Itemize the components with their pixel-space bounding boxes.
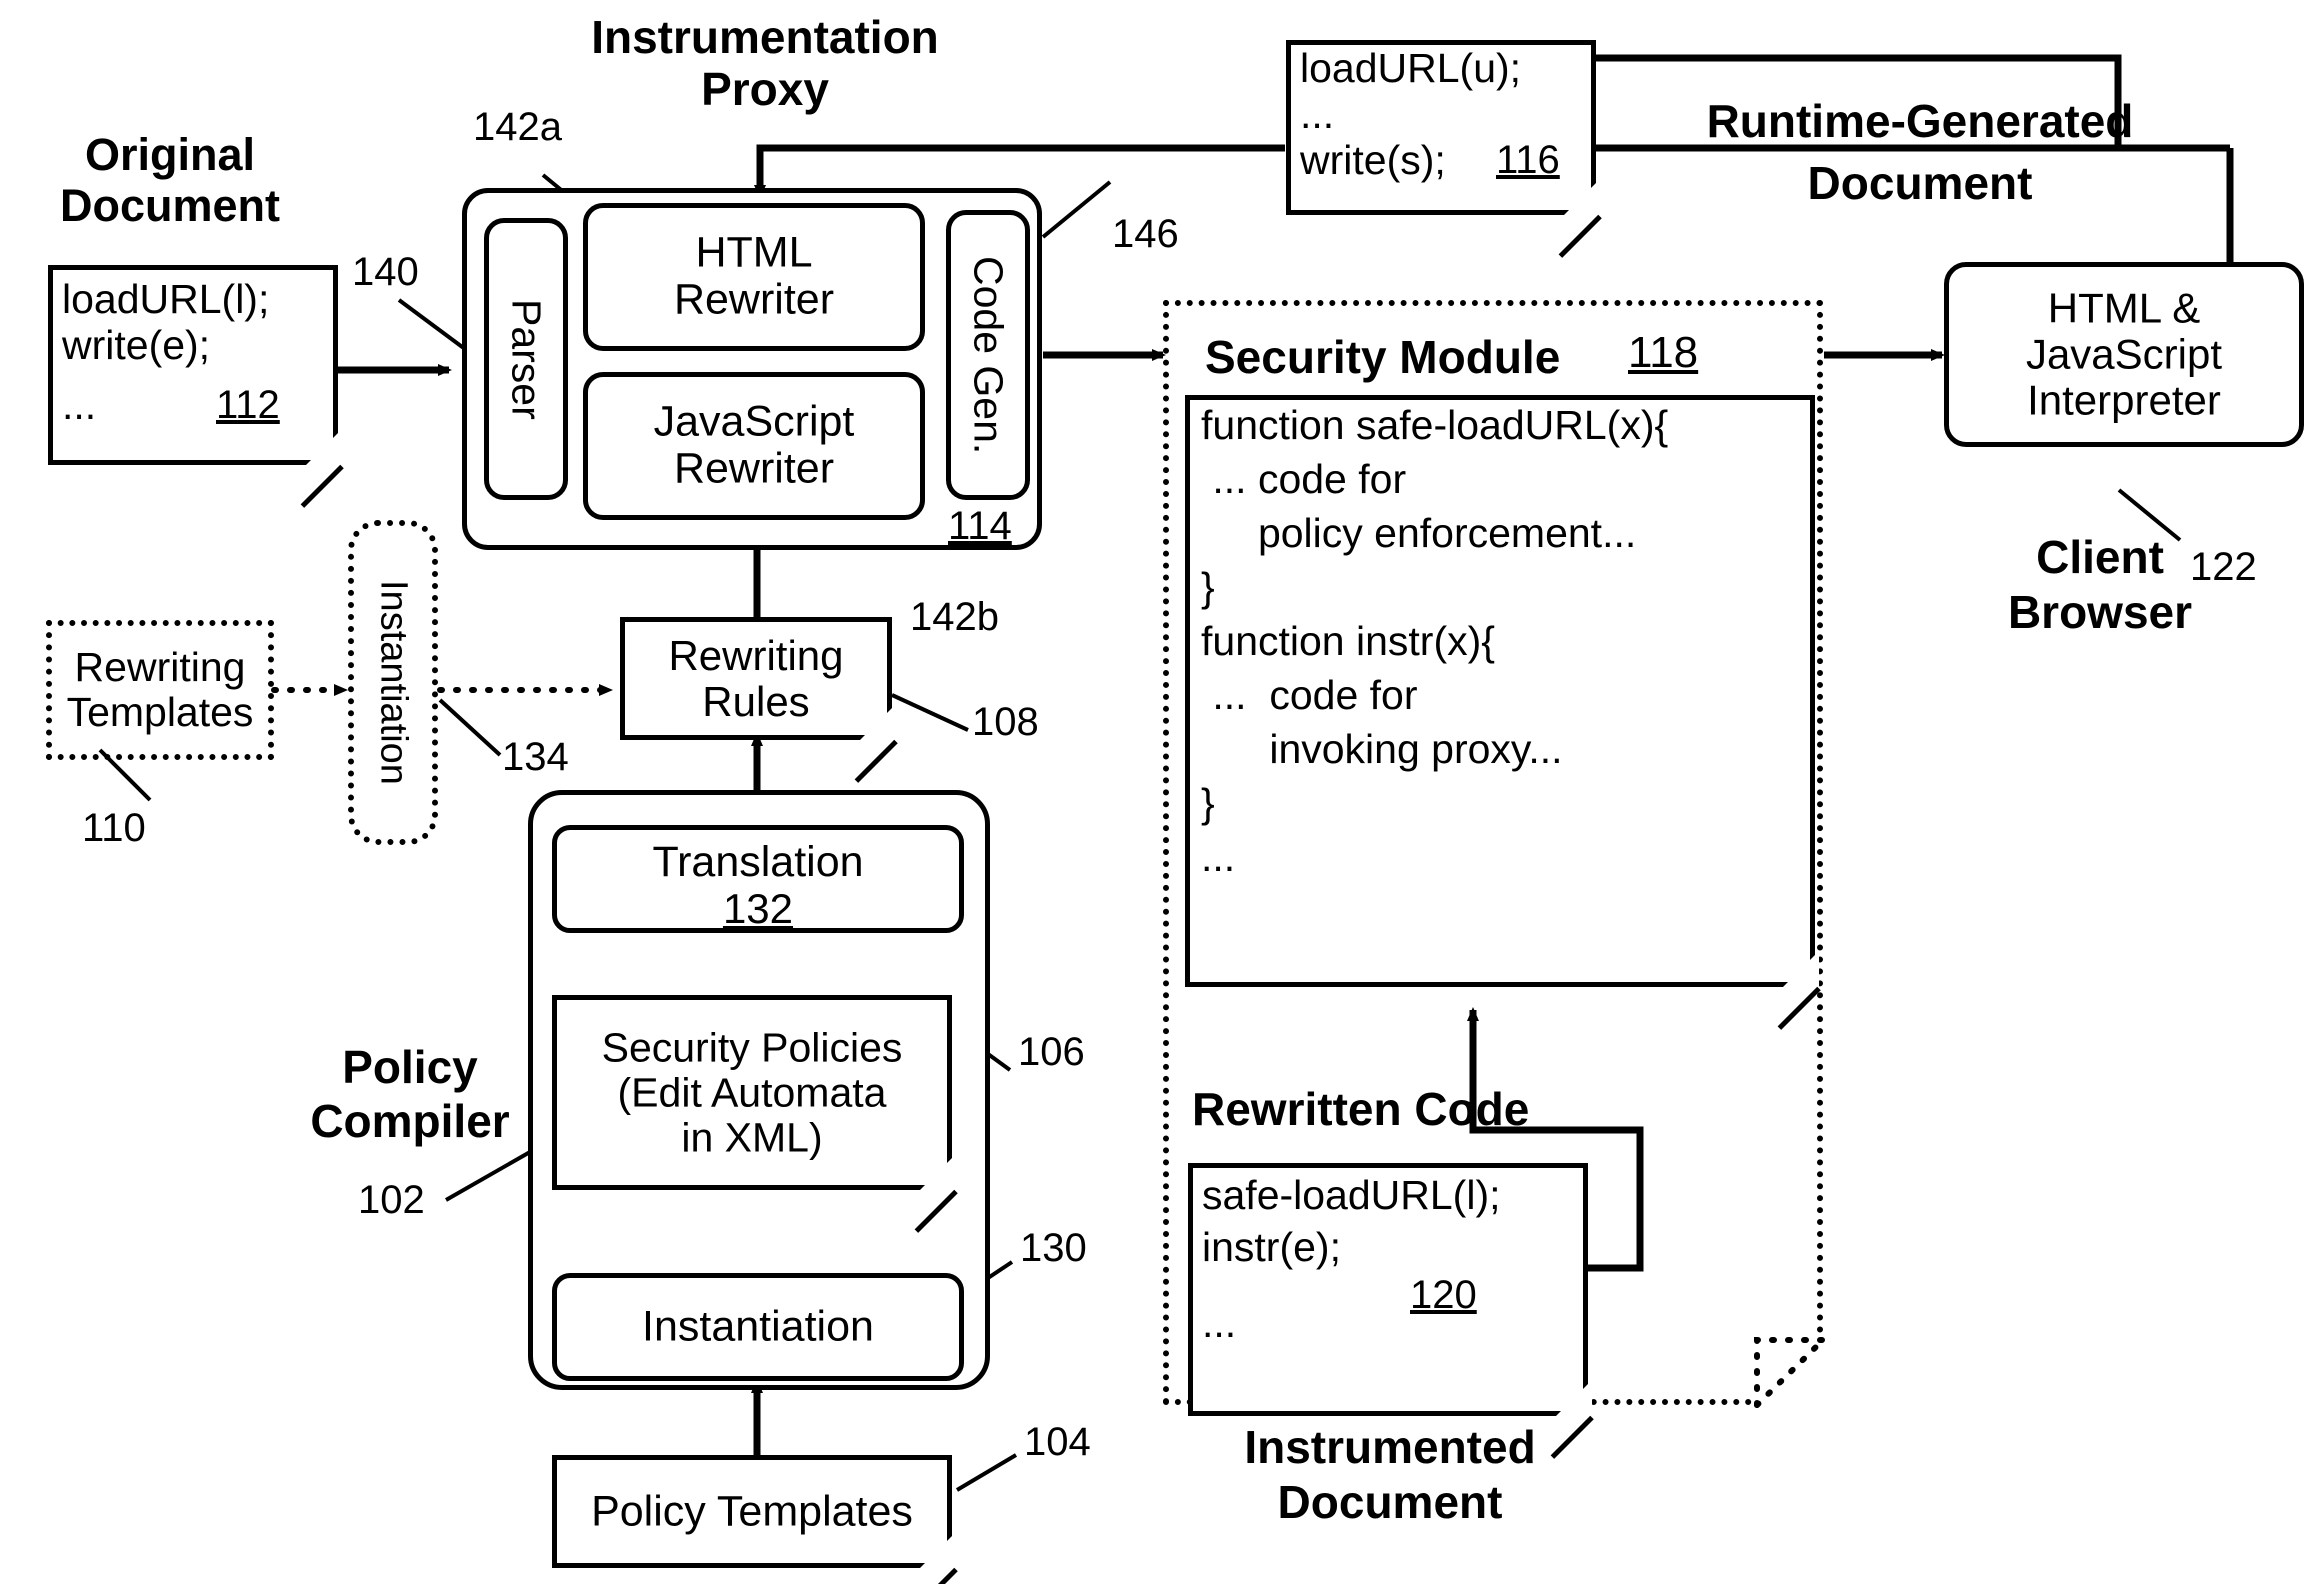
security-code-line3: policy enforcement...: [1201, 510, 1637, 556]
rewriting-rules-fold-edge: [854, 739, 898, 783]
rewritten-code-line2: instr(e);: [1202, 1224, 1341, 1270]
original-document-box: loadURL(l); write(e); ... 112: [48, 265, 344, 508]
runtime-generated-line1: loadURL(u);: [1300, 45, 1522, 91]
instantiation-compiler-box: Instantiation: [552, 1273, 964, 1381]
original-document-line1: loadURL(l);: [62, 276, 270, 322]
original-document-label: Original Document: [59, 129, 280, 231]
leader-102: [445, 1150, 531, 1202]
instrumentation-proxy-label: Instrumentation Proxy: [591, 11, 939, 115]
security-code-line7: invoking proxy...: [1201, 726, 1563, 772]
instantiation-compiler-label: Instantiation: [642, 1302, 874, 1351]
runtime-generated-document-box: loadURL(u); ... write(s); 116: [1286, 40, 1602, 258]
leader-104: [955, 1453, 1018, 1492]
leader-140: [397, 298, 471, 354]
security-module-label: Security Module: [1205, 331, 1561, 383]
security-code-line9: ...: [1201, 834, 1236, 880]
policy-compiler-label: Policy Compiler: [310, 1041, 510, 1148]
runtime-generated-document-label: Runtime-Generated Document: [1706, 95, 2134, 210]
runtime-generated-line3: write(s);: [1300, 137, 1446, 183]
rewritten-code-box: safe-loadURL(l); instr(e); ... 120: [1188, 1163, 1594, 1459]
javascript-rewriter-box: JavaScript Rewriter: [583, 372, 925, 520]
runtime-generated-document-fold-edge: [1558, 214, 1602, 258]
numeral-118: 118: [1628, 328, 1699, 377]
security-code-line1: function safe-loadURL(x){: [1201, 402, 1669, 448]
numeral-114: 114: [948, 504, 1012, 548]
security-code-line4: }: [1201, 564, 1215, 610]
original-document-fold-cut: [302, 429, 342, 469]
original-document-line3: ...: [62, 382, 97, 428]
numeral-104: 104: [1024, 1420, 1091, 1464]
html-js-interpreter-label: HTML & JavaScript Interpreter: [2025, 284, 2223, 424]
security-code-line2: ... code for: [1201, 456, 1407, 502]
instrumented-document-label: Instrumented Document: [1244, 1421, 1536, 1529]
security-policies-label: Security Policies (Edit Automata in XML): [601, 1023, 903, 1161]
numeral-110: 110: [82, 806, 146, 850]
numeral-140: 140: [352, 250, 419, 294]
numeral-134: 134: [502, 735, 569, 779]
numeral-142a: 142a: [473, 105, 562, 149]
figure-canvas: Original Document loadURL(l); write(e); …: [0, 0, 2311, 1584]
rewriting-templates-box: Rewriting Templates: [46, 620, 274, 760]
rewritten-code-fold-cut: [1552, 1380, 1592, 1420]
translation-box: Translation 132: [552, 825, 964, 933]
security-code-line5: function instr(x){: [1201, 618, 1495, 664]
policy-templates-box: Policy Templates: [552, 1455, 958, 1584]
rewritten-code-ref: 120: [1410, 1273, 1477, 1317]
code-gen-label: Code Gen.: [965, 255, 1012, 455]
translation-label: Translation: [652, 838, 864, 886]
security-module-code-box: function safe-loadURL(x){ ... code for p…: [1185, 395, 1821, 1030]
security-code-line8: }: [1201, 780, 1215, 826]
leader-134: [438, 698, 502, 757]
javascript-rewriter-label: JavaScript Rewriter: [653, 397, 855, 493]
rewritten-code-line3: ...: [1202, 1300, 1237, 1346]
leader-146: [1041, 180, 1112, 239]
numeral-102: 102: [358, 1178, 425, 1222]
code-gen-box: Code Gen.: [946, 210, 1030, 500]
runtime-generated-document-fold-cut: [1560, 179, 1600, 219]
security-policies-box: Security Policies (Edit Automata in XML): [552, 995, 958, 1233]
leader-108: [891, 693, 969, 732]
instantiation-proxy-box: Instantiation: [348, 520, 438, 845]
numeral-108: 108: [972, 700, 1039, 744]
client-browser-box: HTML & JavaScript Interpreter: [1944, 262, 2304, 447]
policy-templates-fold-cut: [916, 1532, 956, 1572]
html-rewriter-box: HTML Rewriter: [583, 203, 925, 351]
original-document-line2: write(e);: [62, 322, 211, 368]
instantiation-proxy-label: Instantiation: [372, 580, 415, 785]
original-document-ref: 112: [216, 383, 280, 427]
rewritten-code-label: Rewritten Code: [1192, 1083, 1530, 1135]
runtime-generated-ref: 116: [1496, 138, 1560, 182]
rewritten-code-line1: safe-loadURL(l);: [1202, 1172, 1501, 1218]
numeral-106: 106: [1018, 1030, 1085, 1074]
parser-box: Parser: [484, 218, 568, 500]
policy-templates-label: Policy Templates: [591, 1486, 913, 1535]
numeral-142b: 142b: [910, 595, 999, 639]
numeral-122: 122: [2190, 545, 2257, 589]
numeral-146: 146: [1112, 212, 1179, 256]
security-code-line6: ... code for: [1201, 672, 1418, 718]
parser-label: Parser: [503, 298, 550, 420]
html-rewriter-label: HTML Rewriter: [673, 228, 835, 324]
security-module-fold-cut: [1779, 951, 1819, 991]
original-document-fold-edge: [300, 464, 344, 508]
rewriting-rules-label: Rewriting Rules: [668, 631, 844, 725]
instrumented-document-fold-mask: [1757, 1340, 1827, 1410]
rewriting-templates-label: Rewriting Templates: [66, 643, 254, 735]
runtime-generated-line2: ...: [1300, 91, 1335, 137]
rewriting-rules-box: Rewriting Rules: [620, 617, 898, 783]
numeral-130: 130: [1020, 1226, 1087, 1270]
numeral-132: 132: [722, 885, 794, 932]
